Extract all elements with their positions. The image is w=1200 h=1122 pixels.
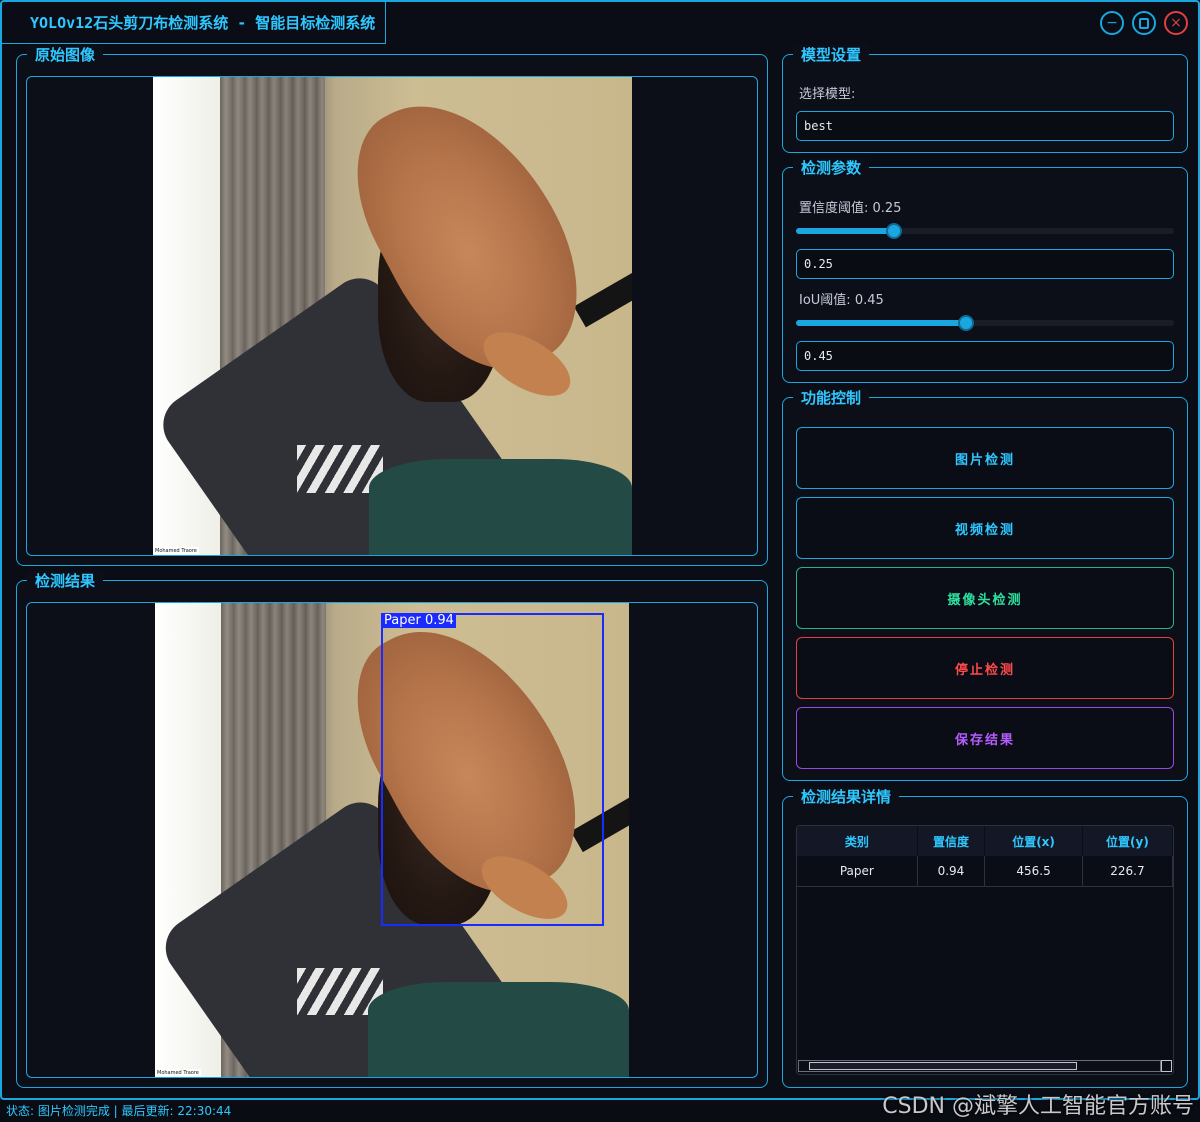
confidence-label: 置信度阈值: 0.25 xyxy=(799,201,902,216)
table-cell: 0.94 xyxy=(917,856,986,887)
detection-params-title: 检测参数 xyxy=(793,158,870,178)
function-control-title: 功能控制 xyxy=(793,388,870,408)
table-cell: 456.5 xyxy=(984,856,1083,887)
table-cell: Paper xyxy=(797,856,918,887)
model-settings-title: 模型设置 xyxy=(793,45,870,65)
detection-details-panel: 检测结果详情 类别 置信度 位置(x) 位置(y) Paper 0.94 456… xyxy=(782,787,1188,1088)
table-header-row: 类别 置信度 位置(x) 位置(y) xyxy=(797,826,1173,856)
detection-details-title: 检测结果详情 xyxy=(793,787,900,807)
confidence-slider-fill xyxy=(796,228,895,234)
window-controls: − × xyxy=(1100,11,1188,35)
confidence-input[interactable]: 0.25 xyxy=(796,249,1174,279)
detection-result-title: 检测结果 xyxy=(27,571,104,591)
scrollbar-thumb[interactable] xyxy=(809,1062,1077,1070)
detection-label: Paper 0.94 xyxy=(382,613,456,628)
minimize-icon[interactable]: − xyxy=(1100,11,1124,35)
result-image: Mohamed Traore Paper 0.94 xyxy=(155,603,629,1077)
camera-detect-button[interactable]: 摄像头检测 xyxy=(796,567,1174,629)
watermark: CSDN @斌擎人工智能官方账号 xyxy=(882,1094,1194,1119)
close-icon[interactable]: × xyxy=(1164,11,1188,35)
model-settings-panel: 模型设置 选择模型: best xyxy=(782,45,1188,153)
detection-result-panel: 检测结果 Mohamed Traore Paper 0.94 xyxy=(16,571,768,1088)
column-header[interactable]: 类别 xyxy=(797,826,918,856)
table-row[interactable]: Paper 0.94 456.5 226.7 xyxy=(797,856,1173,887)
horizontal-scrollbar[interactable] xyxy=(798,1060,1161,1072)
model-select[interactable]: best xyxy=(796,111,1174,141)
iou-label: IoU阈值: 0.45 xyxy=(799,293,884,308)
function-control-panel: 功能控制 图片检测 视频检测 摄像头检测 停止检测 保存结果 xyxy=(782,388,1188,781)
window-title: YOLOv12石头剪刀布检测系统 - 智能目标检测系统 xyxy=(20,2,387,44)
result-image-frame: Mohamed Traore Paper 0.94 xyxy=(26,602,758,1078)
stop-detect-button[interactable]: 停止检测 xyxy=(796,637,1174,699)
maximize-icon[interactable] xyxy=(1132,11,1156,35)
original-image-panel: 原始图像 Mohamed Traore xyxy=(16,45,768,566)
original-image-frame: Mohamed Traore xyxy=(26,76,758,556)
iou-slider[interactable] xyxy=(796,315,1174,331)
column-header[interactable]: 位置(y) xyxy=(1082,826,1173,856)
iou-input[interactable]: 0.45 xyxy=(796,341,1174,371)
confidence-slider[interactable] xyxy=(796,223,1174,239)
iou-slider-fill xyxy=(796,320,967,326)
column-header[interactable]: 置信度 xyxy=(917,826,986,856)
image-caption: Mohamed Traore xyxy=(153,547,199,555)
original-image-title: 原始图像 xyxy=(27,45,104,65)
title-bar: YOLOv12石头剪刀布检测系统 - 智能目标检测系统 − × xyxy=(2,2,1198,44)
column-header[interactable]: 位置(x) xyxy=(984,826,1083,856)
iou-slider-handle[interactable] xyxy=(958,315,975,331)
select-model-label: 选择模型: xyxy=(799,87,856,102)
image-caption: Mohamed Traore xyxy=(155,1069,201,1077)
save-result-button[interactable]: 保存结果 xyxy=(796,707,1174,769)
detection-params-panel: 检测参数 置信度阈值: 0.25 0.25 IoU阈值: 0.45 0.45 xyxy=(782,158,1188,383)
image-detect-button[interactable]: 图片检测 xyxy=(796,427,1174,489)
table-cell: 226.7 xyxy=(1082,856,1173,887)
original-image: Mohamed Traore xyxy=(153,77,632,555)
title-line xyxy=(2,43,22,44)
video-detect-button[interactable]: 视频检测 xyxy=(796,497,1174,559)
confidence-slider-handle[interactable] xyxy=(886,223,903,239)
detection-bounding-box: Paper 0.94 xyxy=(381,613,604,926)
results-table[interactable]: 类别 置信度 位置(x) 位置(y) Paper 0.94 456.5 226.… xyxy=(796,825,1174,1075)
scroll-corner xyxy=(1161,1060,1172,1072)
app-window: YOLOv12石头剪刀布检测系统 - 智能目标检测系统 − × 原始图像 Moh… xyxy=(0,0,1200,1100)
